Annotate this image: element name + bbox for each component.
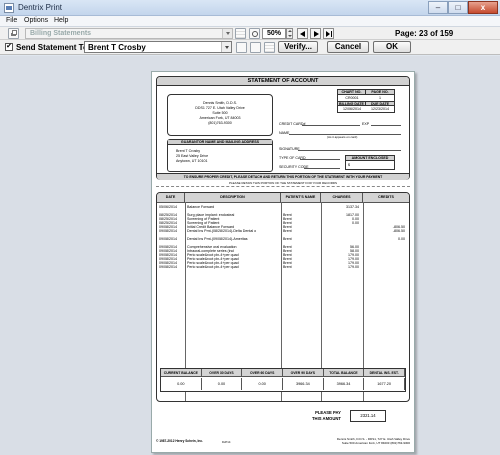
cell-date: 09/08/2014 [159,229,177,233]
title-bar: Dentrix Print – □ x [0,0,500,16]
detach-line [156,186,410,187]
last-page-button[interactable] [323,28,334,39]
table-row: 05/06/2014 Balance Forward 3137.34 [157,205,409,209]
window-controls: – □ x [428,1,498,14]
cell-pat: Brent [283,229,292,233]
send-statement-label: Send Statement To: [16,43,91,52]
aging-value: 0.00 [161,378,202,390]
cell-date: 05/06/2014 [159,205,177,209]
aging-value: 1677.20 [364,378,405,390]
maximize-button[interactable]: □ [448,1,468,14]
close-button[interactable]: x [468,1,498,14]
info-icon[interactable] [250,42,261,53]
practice-address: Dennis Smith, D.D.S. DDS1 727 E. Utah Va… [167,94,273,136]
table-row: 09/08/2014 Dental Ins Pmt-(08/28/2014)-De… [157,229,409,233]
aging-label: TOTAL BALANCE [323,369,365,377]
cancel-button[interactable]: Cancel [327,41,369,53]
minimize-button[interactable]: – [428,1,448,14]
statement-title: STATEMENT OF ACCOUNT [157,77,409,86]
prev-page-button[interactable] [297,28,308,39]
app-icon [4,3,14,13]
transaction-rows: 05/06/2014 Balance Forward 3137.34 08/25/20… [157,205,409,395]
grid-icon[interactable] [235,28,246,39]
aging-label: DENTAL INS. EST. [364,369,405,377]
cell-desc: Perio scale&root pln-4+per quad [187,265,239,269]
chevron-down-icon[interactable] [222,29,232,38]
table-row: 09/08/2014 Dental Ins Pmt-(09/08/2014)-Am… [157,237,409,241]
cell-desc: Dental Ins Pmt-(08/28/2014)-Delta Dental… [187,229,257,233]
please-pay-label: PLEASE PAY THIS AMOUNT [312,410,341,422]
cell-pat: Brent [283,237,292,241]
menu-options[interactable]: Options [24,17,48,24]
menu-file[interactable]: File [6,17,17,24]
aging-value: 0.00 [202,378,243,390]
aging-label: OVER 30 DAYS [201,369,243,377]
menu-help[interactable]: Help [54,17,68,24]
send-statement-checkbox[interactable]: ✔ [5,43,13,51]
menu-bar: File Options Help [0,16,500,27]
zoom-input[interactable]: 50% [262,28,286,39]
lookup-icon[interactable] [236,42,247,53]
cell-pat: Brent [283,265,292,269]
remittance-section: STATEMENT OF ACCOUNT Dennis Smith, D.D.S… [156,76,410,180]
amount-enclosed-box: AMOUNT ENCLOSED $ [345,155,395,170]
remit-banner: TO ENSURE PROPER CREDIT, PLEASE DETACH A… [157,173,409,180]
aging-value: 0.00 [242,378,283,390]
aging-label: OVER 90 DAYS [283,369,324,377]
chart-info-box: CHART NO. PAGE NO. CR0001 1 BILLING DATE… [337,89,395,113]
next-page-button[interactable] [310,28,321,39]
cell-crd: 0.00 [398,237,405,241]
cell-date: 09/08/2014 [159,265,177,269]
aging-value: 3966.34 [283,378,324,390]
cell-crd: -806.50 [392,229,405,233]
pay-amount: 2321.14 [350,410,386,422]
page-indicator: Page: 23 of 159 [395,29,454,38]
preview-area[interactable]: STATEMENT OF ACCOUNT Dennis Smith, D.D.S… [0,56,500,455]
zoom-stepper[interactable] [286,28,293,39]
guarantor-box: GUARANTOR NAME AND MAILING ADDRESS Brent… [167,139,273,172]
patient-select[interactable]: Brent T Crosby [84,41,232,53]
send-statement-bar: ✔ Send Statement To: Brent T Crosby Veri… [0,40,500,55]
chevron-down-icon[interactable] [221,42,231,52]
aging-label: CURRENT BALANCE [161,369,202,377]
retain-note: PLEASE RETAIN THIS PORTION OF THE STATEM… [228,181,338,185]
form-id: DxP14 [222,440,231,444]
zoom-icon[interactable] [249,28,260,39]
printer-icon[interactable] [8,28,19,39]
report-type-select[interactable]: Billing Statements [25,28,233,39]
cell-date: 09/08/2014 [159,237,177,241]
window-title: Dentrix Print [18,3,63,12]
toolbar: Billing Statements 50% Page: 23 of 159 [0,27,500,40]
copyright: © 1987-2012 Henry Schein, Inc. [156,439,203,443]
aging-value: 3966.34 [324,378,365,390]
statement-page: STATEMENT OF ACCOUNT Dennis Smith, D.D.S… [151,71,415,453]
aging-label: OVER 60 DAYS [242,369,283,377]
verify-button[interactable]: Verify... [278,41,318,53]
cell-chg: 179.00 [348,265,359,269]
ok-button[interactable]: OK [373,41,411,53]
aging-table: CURRENT BALANCE 0.00 OVER 30 DAYS 0.00 OVER … [160,368,406,392]
cell-desc: Dental Ins Pmt-(09/08/2014)-Ameritas [187,237,248,241]
cell-chg: 3137.34 [346,205,359,209]
list-icon[interactable] [264,42,275,53]
footer-address: Dennis Smith, D.D.S. - DDS1, 727 E. Utah… [336,437,410,445]
table-row: 09/08/2014 Perio scale&root pln-4+per qua… [157,265,409,269]
cell-desc: Balance Forward [187,205,215,209]
